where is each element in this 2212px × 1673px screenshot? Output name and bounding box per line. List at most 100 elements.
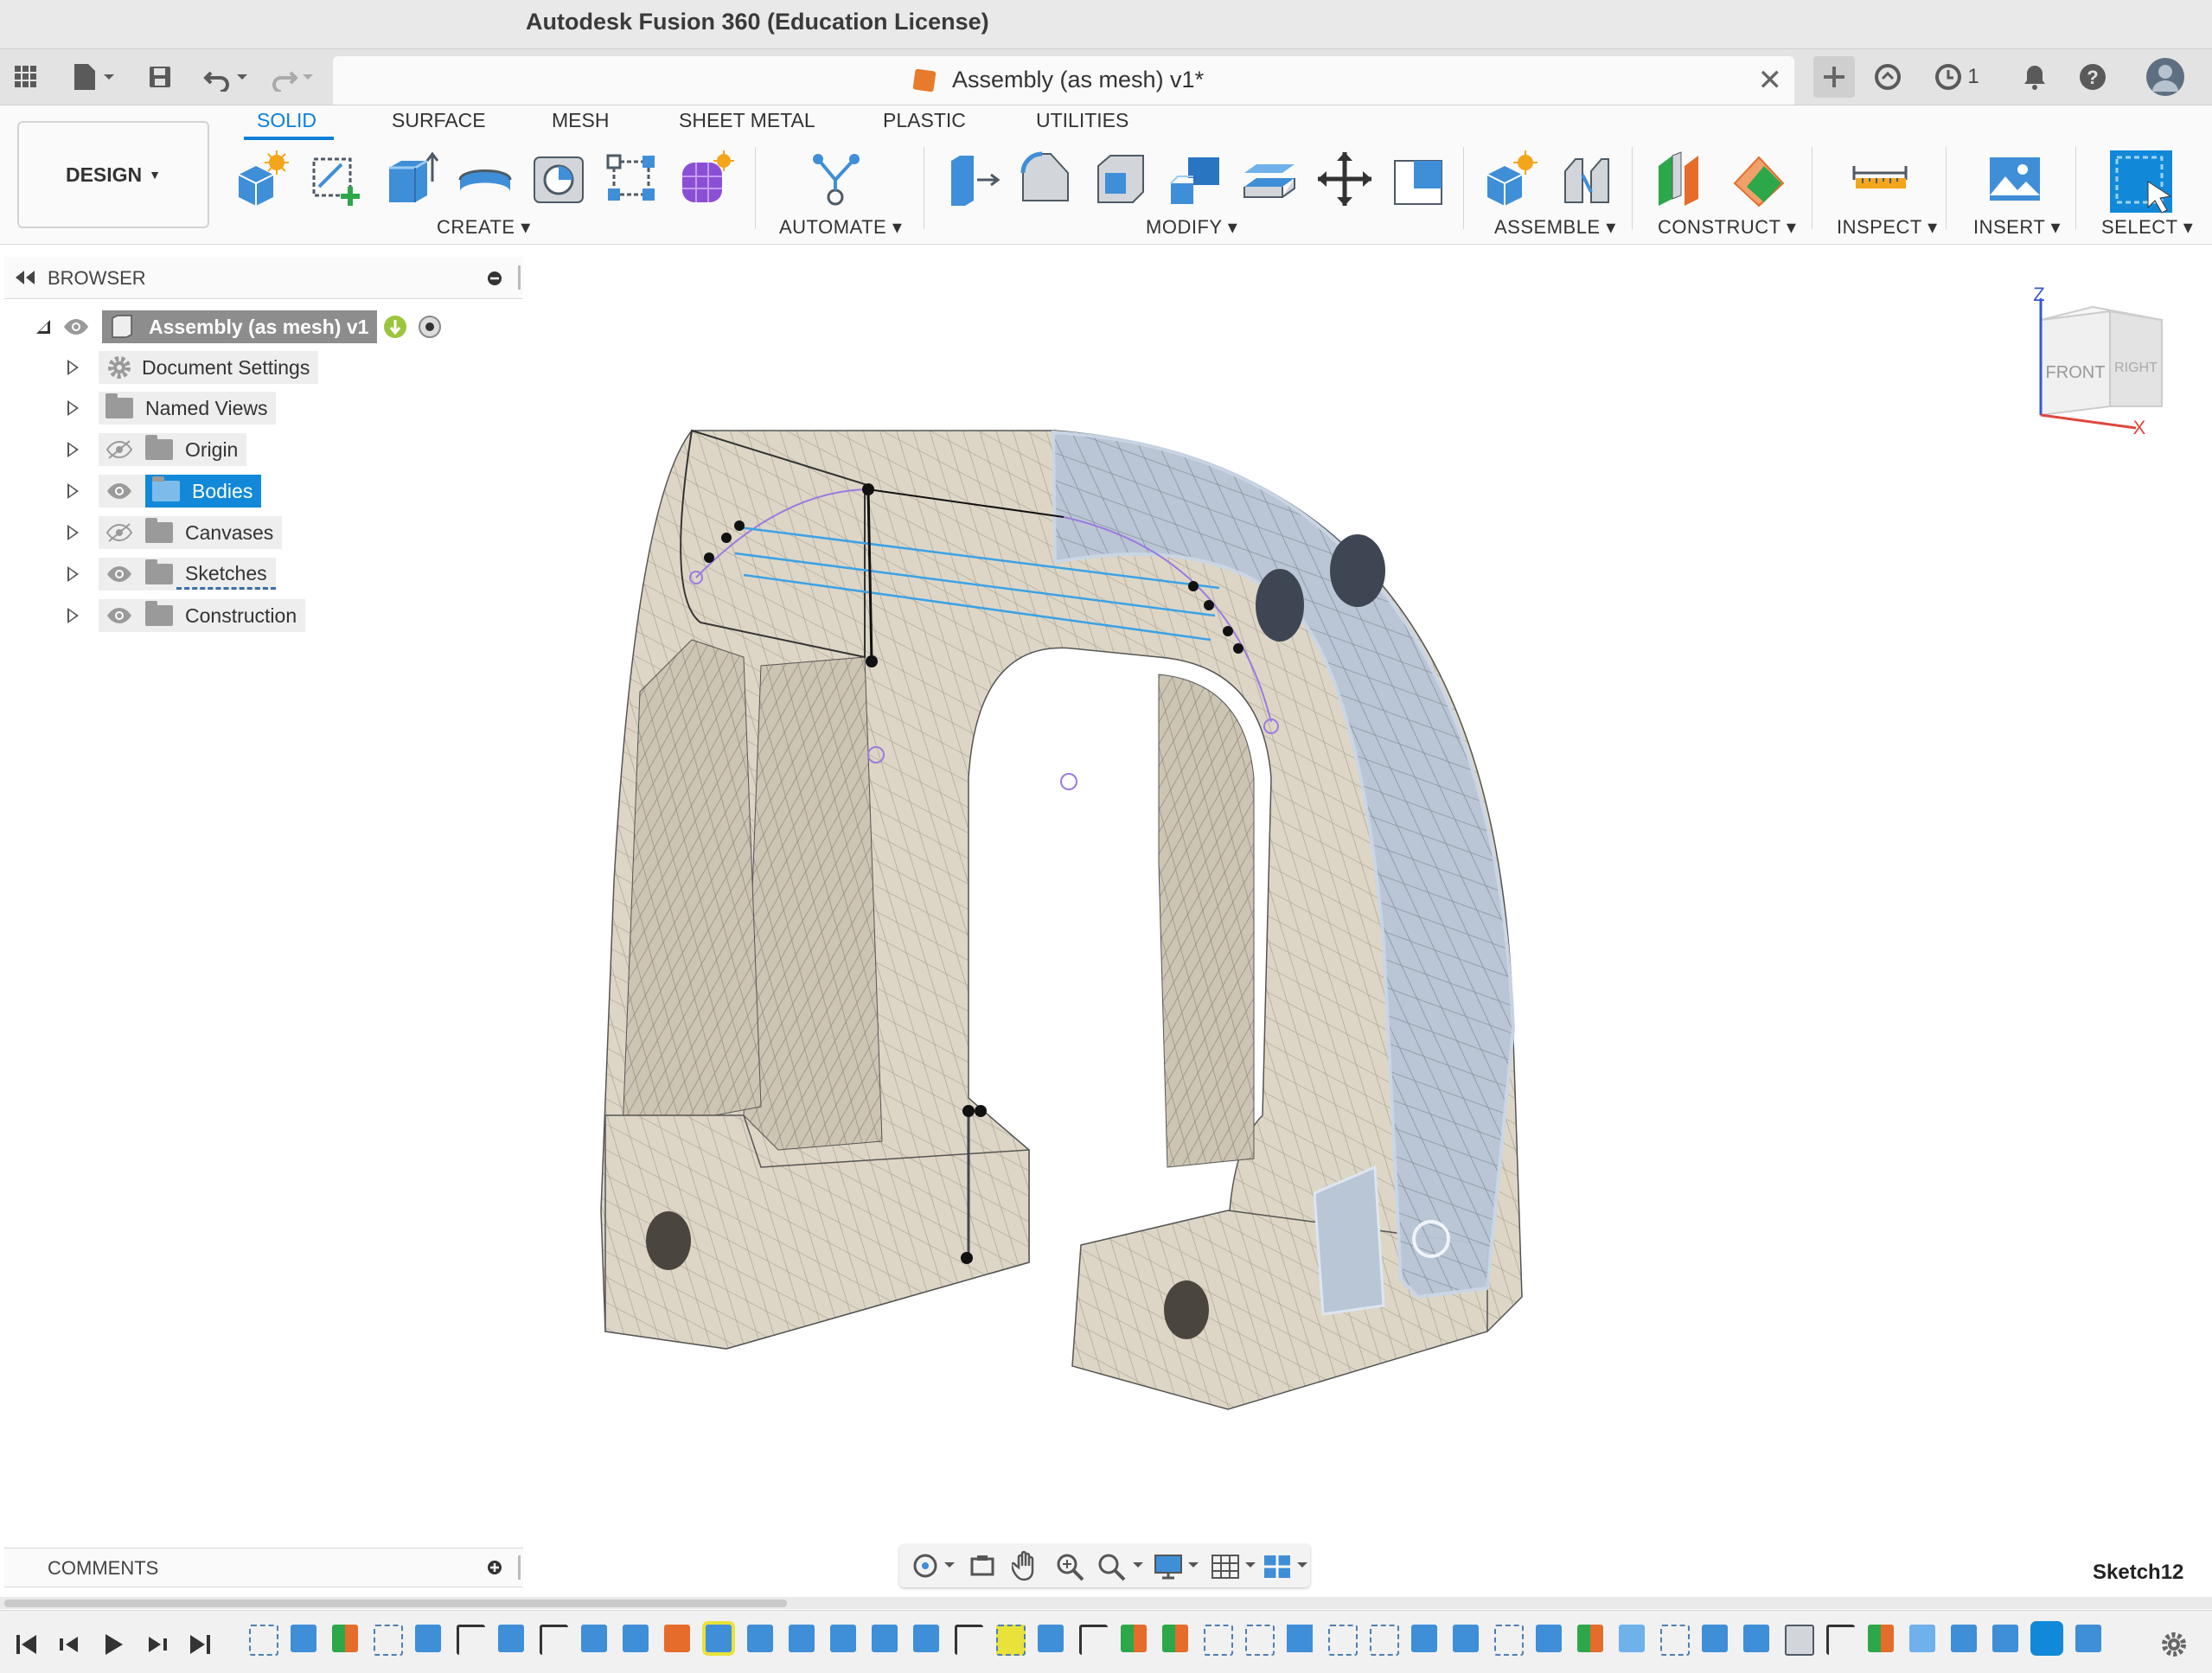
timeline-feature-sketch-icon[interactable]: [1245, 1625, 1275, 1656]
collapse-browser-icon[interactable]: [15, 271, 35, 284]
timeline-feature-body-icon[interactable]: [1536, 1625, 1562, 1652]
viewcube-right-label[interactable]: RIGHT: [2114, 361, 2158, 375]
timeline-feature-offset-icon[interactable]: [1619, 1625, 1645, 1652]
timeline-feature-sketch-icon[interactable]: [249, 1625, 278, 1656]
step-back-icon[interactable]: [57, 1631, 83, 1657]
tab-surface[interactable]: SURFACE: [392, 109, 486, 132]
browser-item-origin[interactable]: Origin: [67, 432, 247, 467]
go-to-end-icon[interactable]: [187, 1631, 213, 1657]
panel-resize-handle[interactable]: [518, 265, 521, 290]
timeline-feature-body-icon[interactable]: [581, 1625, 607, 1652]
automate-group-label[interactable]: AUTOMATE ▾: [779, 216, 902, 239]
tab-utilities[interactable]: UTILITIES: [1036, 109, 1128, 132]
job-status-icon[interactable]: 1: [1927, 60, 1987, 94]
timeline-feature-sketch-icon[interactable]: [1204, 1625, 1233, 1656]
timeline-feature-body-icon[interactable]: [747, 1625, 773, 1652]
timeline-feature-sketch-hl-icon[interactable]: [996, 1625, 1026, 1656]
combine-icon[interactable]: [1166, 149, 1226, 209]
timeline-feature-move-icon[interactable]: [955, 1625, 983, 1655]
new-component-icon[interactable]: [232, 149, 292, 209]
expand-arrow-icon[interactable]: [67, 608, 79, 623]
timeline-feature-joint-icon[interactable]: [1785, 1625, 1814, 1656]
timeline-feature-sketch-icon[interactable]: [1660, 1625, 1690, 1656]
timeline-feature-sketch-icon[interactable]: [1494, 1625, 1524, 1656]
hidden-eye-icon[interactable]: [105, 439, 133, 460]
tab-sheet-metal[interactable]: SHEET METAL: [679, 109, 815, 132]
timeline-feature-plane-icon[interactable]: [1868, 1625, 1894, 1652]
timeline-feature-move-icon[interactable]: [1079, 1625, 1108, 1655]
extrude-icon[interactable]: [380, 149, 441, 209]
measure-icon[interactable]: [1851, 149, 1911, 209]
timeline-feature-body-icon[interactable]: [789, 1625, 815, 1652]
browser-item-sketches[interactable]: Sketches: [67, 557, 276, 591]
fillet-icon[interactable]: [1016, 149, 1077, 209]
user-avatar[interactable]: [2145, 56, 2186, 98]
press-pull-icon[interactable]: [943, 149, 1003, 209]
zoom-icon[interactable]: [1055, 1552, 1084, 1581]
add-comment-icon[interactable]: [487, 1560, 502, 1575]
assemble-group-label[interactable]: ASSEMBLE ▾: [1494, 216, 1616, 239]
workspace-switcher[interactable]: DESIGN ▼: [17, 121, 209, 228]
timeline-feature-body-icon[interactable]: [498, 1625, 524, 1652]
visibility-eye-icon[interactable]: [105, 564, 133, 584]
timeline-feature-body-icon[interactable]: [1951, 1625, 1977, 1652]
timeline-scrollbar[interactable]: [4, 1600, 787, 1607]
timeline-feature-body-icon[interactable]: [872, 1625, 898, 1652]
insert-image-icon[interactable]: [1985, 149, 2045, 209]
joint-icon[interactable]: [1557, 149, 1617, 209]
redo-icon[interactable]: [266, 60, 318, 94]
rectangular-pattern-icon[interactable]: [603, 149, 663, 209]
revolve-icon[interactable]: [455, 149, 515, 209]
align-icon[interactable]: [1388, 149, 1448, 209]
timeline-feature-body-icon[interactable]: [830, 1625, 856, 1652]
browser-item-bodies[interactable]: Bodies: [67, 474, 262, 508]
timeline-feature-sketch-icon[interactable]: [374, 1625, 403, 1656]
offset-plane-icon[interactable]: [1653, 149, 1714, 209]
go-to-start-icon[interactable]: [14, 1631, 40, 1657]
timeline-feature-body-icon[interactable]: [1743, 1625, 1769, 1652]
timeline-feature-body-icon[interactable]: [1453, 1625, 1479, 1652]
shell-icon[interactable]: [1091, 149, 1152, 209]
timeline-feature-body-icon[interactable]: [1702, 1625, 1728, 1652]
create-group-label[interactable]: CREATE ▾: [437, 216, 531, 239]
move-copy-icon[interactable]: [1314, 149, 1375, 209]
insert-group-label[interactable]: INSERT ▾: [1973, 216, 2061, 239]
hidden-eye-icon[interactable]: [105, 522, 133, 543]
timeline-feature-body-icon[interactable]: [415, 1625, 441, 1652]
display-settings-icon[interactable]: [1154, 1552, 1200, 1581]
viewports-icon[interactable]: [1263, 1552, 1309, 1581]
timeline-feature-plane-icon[interactable]: [1577, 1625, 1603, 1652]
timeline-feature-move-icon[interactable]: [1826, 1625, 1855, 1655]
timeline-feature-image-icon[interactable]: [1287, 1625, 1313, 1652]
play-icon[interactable]: [100, 1631, 126, 1657]
radio-activate-icon[interactable]: [417, 314, 443, 340]
grid-snaps-icon[interactable]: [1211, 1552, 1257, 1581]
create-sketch-icon[interactable]: [307, 149, 368, 209]
browser-item-canvases[interactable]: Canvases: [67, 515, 283, 550]
timeline-feature-body-icon[interactable]: [1411, 1625, 1437, 1652]
assemble-new-component-icon[interactable]: [1480, 149, 1541, 209]
save-icon[interactable]: [143, 60, 177, 94]
timeline-feature-body-icon[interactable]: [623, 1625, 649, 1652]
browser-minimize-icon[interactable]: [487, 271, 502, 286]
visibility-eye-icon[interactable]: [62, 316, 90, 337]
app-grid-icon[interactable]: [9, 60, 43, 94]
select-icon[interactable]: [2108, 149, 2172, 214]
select-group-label[interactable]: SELECT ▾: [2101, 216, 2193, 239]
document-tab[interactable]: Assembly (as mesh) v1* ✕: [333, 56, 1794, 105]
visibility-eye-icon[interactable]: [105, 605, 133, 626]
timeline-settings-gear-icon[interactable]: [2159, 1630, 2189, 1659]
help-icon[interactable]: ?: [2075, 60, 2110, 94]
timeline-feature-plane-icon[interactable]: [332, 1625, 358, 1652]
orbit-icon[interactable]: [911, 1552, 955, 1580]
notifications-bell-icon[interactable]: [2017, 60, 2052, 94]
timeline-feature-body-icon[interactable]: [291, 1625, 316, 1652]
activate-component-icon[interactable]: [382, 314, 408, 340]
timeline-feature-body-sel-icon[interactable]: [2034, 1625, 2060, 1652]
expand-arrow-icon[interactable]: [67, 566, 79, 582]
data-panel-icon[interactable]: [1870, 60, 1905, 94]
timeline-feature-offset-icon[interactable]: [1909, 1625, 1935, 1652]
timeline-feature-body-icon[interactable]: [1038, 1625, 1064, 1652]
expand-arrow-icon[interactable]: [67, 483, 79, 499]
modify-group-label[interactable]: MODIFY ▾: [1146, 216, 1237, 239]
